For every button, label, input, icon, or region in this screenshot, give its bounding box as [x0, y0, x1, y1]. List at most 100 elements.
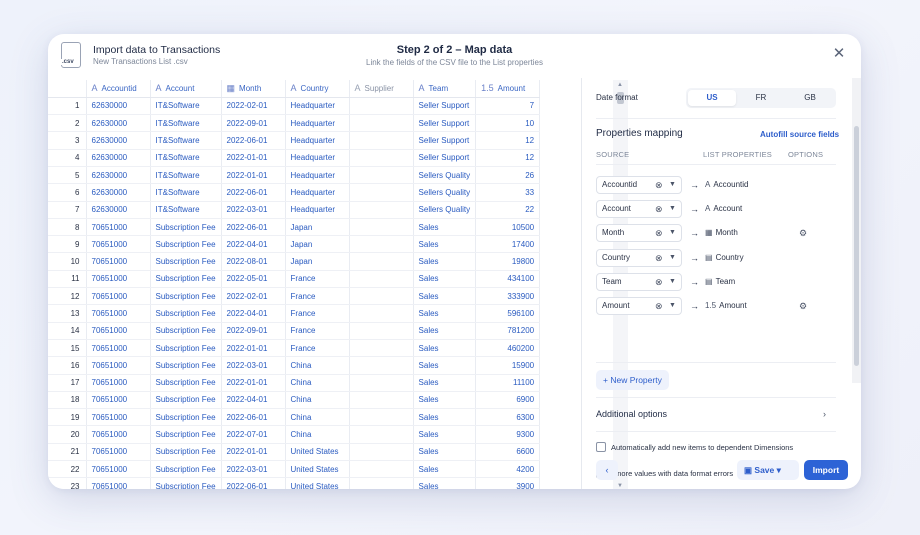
table-cell: 7 [475, 97, 541, 116]
column-header-amount: 1.5 Amount [475, 80, 541, 98]
table-cell: 19800 [475, 252, 541, 271]
chevron-down-icon[interactable]: ▼ [669, 274, 676, 290]
options-settings-icon[interactable]: ⚙ [799, 224, 807, 242]
table-cell: 2022-06-01 [221, 477, 286, 489]
table-cell: 62630000 [86, 149, 151, 167]
chevron-down-icon: ▾ [774, 465, 781, 475]
chevron-down-icon[interactable]: ▼ [669, 177, 676, 193]
additional-options-toggle[interactable]: Additional options [596, 409, 667, 419]
chevron-down-icon[interactable]: ▼ [669, 250, 676, 266]
save-button[interactable]: ▣ Save ▾ [737, 460, 799, 480]
clear-icon[interactable]: ⊗ [655, 201, 663, 217]
table-cell: Subscription Fee [150, 252, 222, 271]
source-select[interactable]: Accountid ⊗ ▼ [596, 176, 682, 194]
date-format-us[interactable]: US [688, 90, 736, 106]
table-cell: 70651000 [86, 322, 151, 340]
table-row: 3 62630000 IT&Software 2022-06-01 Headquarte… [48, 131, 541, 150]
clear-icon[interactable]: ⊗ [655, 274, 663, 290]
auto-add-label: Automatically add new items to dependent… [611, 443, 794, 452]
clear-icon[interactable]: ⊗ [655, 177, 663, 193]
table-cell: Sales [413, 356, 477, 375]
date-format-gb[interactable]: GB [786, 90, 834, 106]
clear-icon[interactable]: ⊗ [655, 250, 663, 266]
column-header-accountid: A Accountid [86, 80, 151, 98]
table-cell [349, 114, 414, 133]
close-icon[interactable]: ✕ [831, 46, 847, 62]
autofill-link[interactable]: Autofill source fields [760, 130, 839, 139]
target-property-label: Month [715, 228, 738, 238]
date-format-fr[interactable]: FR [737, 90, 785, 106]
row-number: 19 [48, 408, 87, 427]
column-header-month: ▦ Month [221, 80, 286, 98]
table-cell: Subscription Fee [150, 339, 222, 358]
table-cell: Sales [413, 339, 477, 358]
import-button[interactable]: Import [804, 460, 848, 480]
table-cell: 70651000 [86, 391, 151, 410]
preview-table: A Accountid A Account ▦ Month A Country A Supplie… [48, 80, 541, 489]
table-cell: 70651000 [86, 408, 151, 427]
row-number: 10 [48, 252, 87, 271]
mapping-row-accountid: Accountid ⊗ ▼ → A Accountid [596, 176, 836, 194]
chevron-down-icon[interactable]: ▼ [669, 201, 676, 217]
panel-scrollbar-thumb[interactable] [854, 126, 859, 366]
row-number: 21 [48, 443, 87, 462]
table-cell: Headquarter [285, 149, 350, 167]
column-header-team: A Team [413, 80, 477, 98]
source-select[interactable]: Country ⊗ ▼ [596, 248, 682, 267]
table-row: 15 70651000 Subscription Fee 2022-01-01 Fran… [48, 339, 541, 358]
table-cell [349, 235, 414, 254]
chevron-down-icon[interactable]: ▼ [669, 225, 676, 241]
arrow-right-icon: → [690, 228, 699, 239]
column-type-icon: A [354, 83, 361, 94]
table-cell: 333900 [475, 287, 541, 306]
source-select[interactable]: Amount ⊗ ▼ [596, 297, 682, 315]
table-row: 10 70651000 Subscription Fee 2022-08-01 Japa… [48, 252, 541, 271]
arrow-right-icon: → [690, 276, 699, 287]
table-cell: Seller Support [413, 114, 477, 133]
panel-scrollbar[interactable] [852, 78, 861, 383]
table-cell: 2022-01-01 [221, 339, 286, 358]
table-cell: Sales [413, 322, 477, 340]
table-cell: China [285, 374, 350, 392]
property-type-icon: ▤ [705, 252, 713, 262]
table-cell: Subscription Fee [150, 477, 222, 489]
source-select[interactable]: Team ⊗ ▼ [596, 272, 682, 291]
table-cell [349, 252, 414, 271]
table-cell: China [285, 391, 350, 410]
divider [596, 118, 836, 119]
table-row: 23 70651000 Subscription Fee 2022-06-01 Unit… [48, 477, 541, 489]
clear-icon[interactable]: ⊗ [655, 298, 663, 314]
table-cell: 70651000 [86, 270, 151, 289]
table-cell: Sales [413, 443, 477, 462]
clear-icon[interactable]: ⊗ [655, 225, 663, 241]
list-properties-column-header: LIST PROPERTIES [703, 150, 772, 159]
source-select[interactable]: Month ⊗ ▼ [596, 224, 682, 243]
table-cell: IT&Software [150, 201, 222, 219]
table-cell: 2022-02-01 [221, 287, 286, 306]
target-property-label: Account [713, 204, 743, 214]
row-number: 22 [48, 460, 87, 479]
chevron-right-icon[interactable]: › [823, 409, 826, 419]
table-cell: Sellers Quality [413, 201, 477, 219]
table-cell: Japan [285, 235, 350, 254]
column-header-label: Team [428, 84, 449, 94]
target-property: 1.5 Amount [705, 297, 747, 315]
back-button[interactable]: ‹ [596, 460, 618, 480]
chevron-down-icon[interactable]: ▼ [669, 298, 676, 314]
table-cell: 70651000 [86, 356, 151, 375]
table-cell: 70651000 [86, 443, 151, 462]
row-number: 12 [48, 287, 87, 306]
table-cell [349, 356, 414, 375]
source-select[interactable]: Account ⊗ ▼ [596, 200, 682, 219]
target-property-label: Accountid [713, 180, 749, 189]
table-cell: Headquarter [285, 183, 350, 202]
dialog-title: Import data to Transactions [93, 44, 221, 56]
table-cell: 15900 [475, 356, 541, 375]
table-row: 8 70651000 Subscription Fee 2022-06-01 Japan… [48, 218, 541, 237]
table-cell: 434100 [475, 270, 541, 289]
row-number: 7 [48, 201, 87, 219]
new-property-button[interactable]: + New Property [596, 370, 669, 390]
auto-add-checkbox[interactable] [596, 442, 606, 452]
options-settings-icon[interactable]: ⚙ [799, 297, 807, 315]
preview-table-container[interactable]: A Accountid A Account ▦ Month A Country A Supplie… [48, 80, 582, 489]
